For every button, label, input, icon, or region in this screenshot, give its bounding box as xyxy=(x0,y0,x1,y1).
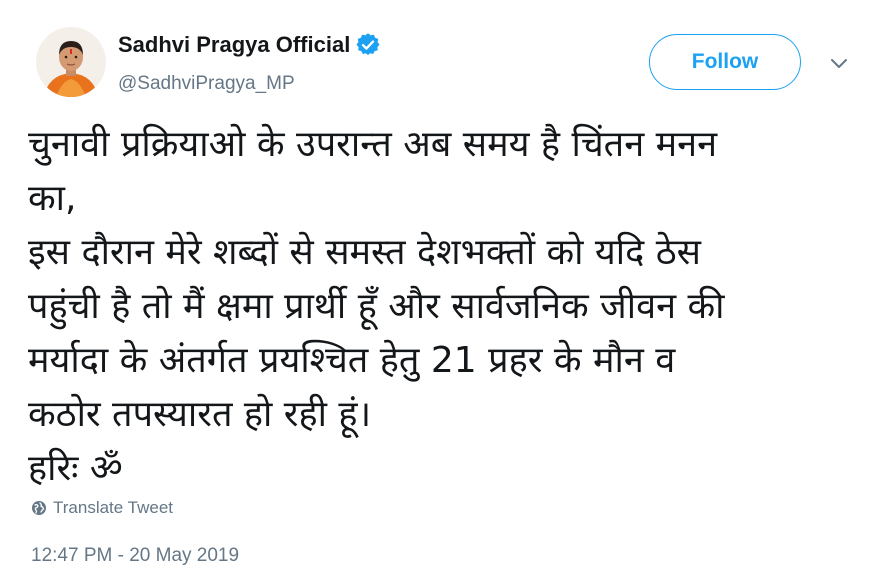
tweet-text-line: पहुंची है तो मैं क्षमा प्रार्थी हूँ और स… xyxy=(28,286,725,327)
tweet-text-line: मर्यादा के अंतर्गत प्रयश्चित हेतु 21 प्र… xyxy=(28,340,676,381)
globe-icon xyxy=(31,500,47,516)
translate-label: Translate Tweet xyxy=(53,498,174,517)
chevron-down-icon[interactable] xyxy=(830,56,848,70)
tweet-timestamp[interactable]: 12:47 PM - 20 May 2019 xyxy=(31,545,239,567)
tweet-text-line: का, xyxy=(28,178,77,219)
profile-photo-icon xyxy=(36,27,106,97)
author-handle[interactable]: @SadhviPragya_MP xyxy=(118,73,295,95)
author-name-row: Sadhvi Pragya Official xyxy=(118,32,380,58)
tweet-text: चुनावी प्रक्रियाओ के उपरान्त अब समय है च… xyxy=(28,118,868,496)
display-name[interactable]: Sadhvi Pragya Official xyxy=(118,32,350,58)
translate-tweet-link[interactable]: Translate Tweet xyxy=(31,498,173,518)
follow-button[interactable]: Follow xyxy=(649,34,801,90)
verified-badge-icon xyxy=(356,33,380,57)
tweet-card: Sadhvi Pragya Official @SadhviPragya_MP … xyxy=(0,0,875,583)
tweet-text-line: चुनावी प्रक्रियाओ के उपरान्त अब समय है च… xyxy=(28,124,718,165)
avatar[interactable] xyxy=(36,27,106,97)
tweet-text-line: हरिः ॐ xyxy=(28,448,123,489)
tweet-text-line: कठोर तपस्यारत हो रही हूं। xyxy=(28,394,372,435)
tweet-text-line: इस दौरान मेरे शब्दों से समस्त देशभक्तों … xyxy=(28,232,701,273)
